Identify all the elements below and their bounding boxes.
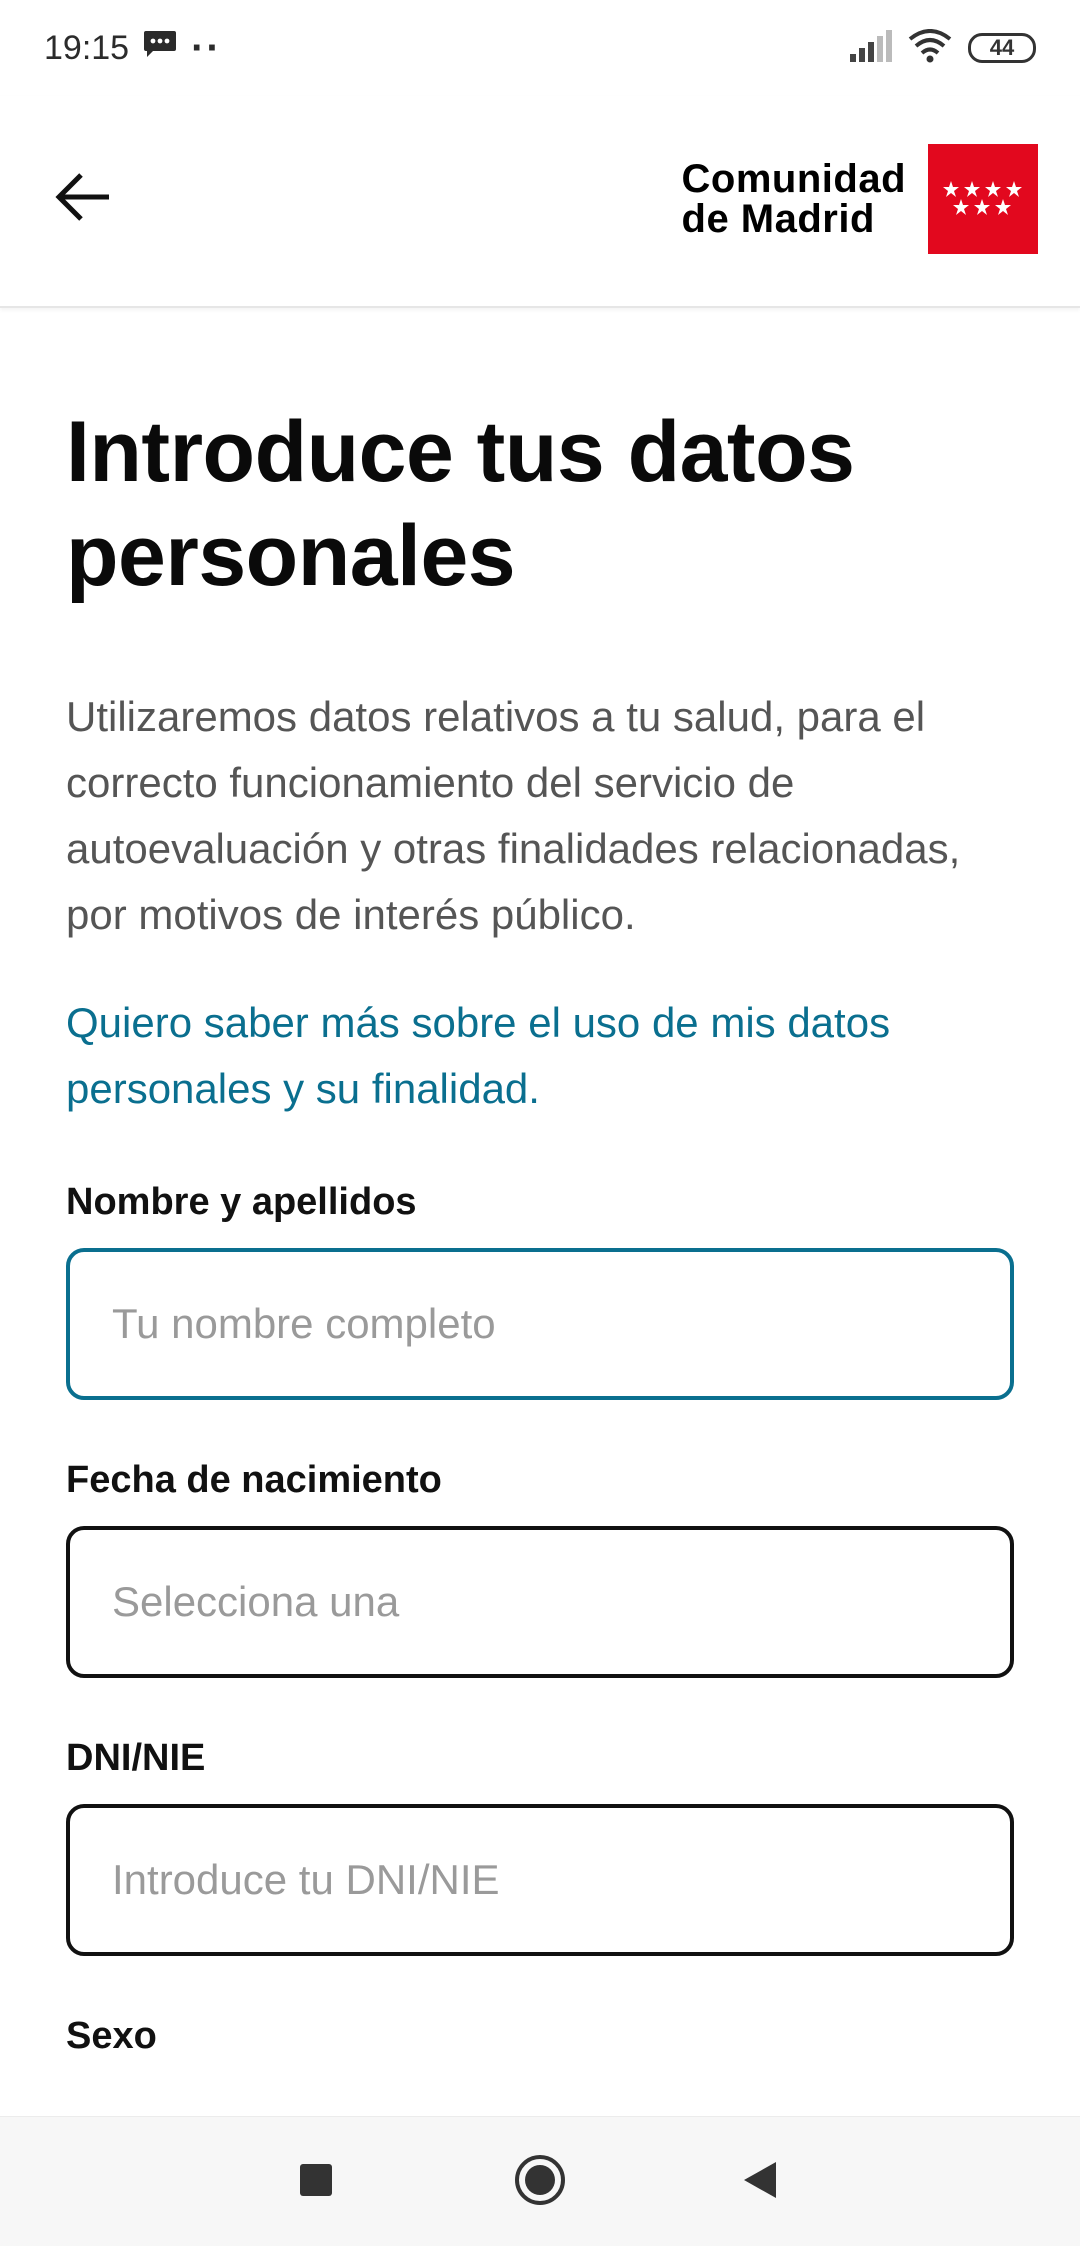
sexo-label: Sexo [66,2015,157,2057]
status-time: 19:15 [44,28,130,67]
wifi-icon [908,28,952,68]
status-right: 44 [848,28,1036,68]
page-title-line-2: personales [66,508,516,604]
status-left: 19:15 ·· [44,26,222,71]
back-triangle-icon [742,2160,778,2205]
recents-square-icon [298,2162,334,2203]
status-bar: 19:15 ·· 44 [0,0,1080,96]
back-button[interactable] [40,156,126,242]
status-dots: ·· [191,25,222,70]
battery-level: 44 [989,35,1015,60]
recents-button[interactable] [256,2117,376,2247]
main-content: Introduce tus datos personales Utilizare… [66,308,1016,1122]
nombre-input[interactable] [66,1248,1014,1400]
system-nav-bar [0,2116,1080,2246]
signal-icon [848,29,892,67]
page-title-line-1: Introduce tus datos [66,404,855,500]
message-icon [143,29,177,68]
logo-line-2: de Madrid [681,197,875,241]
home-circle-icon [513,2153,567,2212]
logo-text: Comunidad de Madrid [682,159,906,239]
page-title: Introduce tus datos personales [66,400,1016,608]
comunidad-madrid-logo: Comunidad de Madrid [682,144,1038,254]
arrow-left-icon [53,171,113,228]
dni-label: DNI/NIE [66,1737,206,1779]
logo-line-1: Comunidad [681,157,906,201]
madrid-flag-icon [928,144,1038,254]
battery-icon: 44 [968,33,1036,63]
more-info-link[interactable]: Quiero saber más sobre el uso de mis dat… [66,990,1016,1122]
nombre-label: Nombre y apellidos [66,1181,417,1223]
home-button[interactable] [480,2117,600,2247]
dni-input[interactable] [66,1804,1014,1956]
fecha-nacimiento-input[interactable] [66,1526,1014,1678]
system-back-button[interactable] [700,2117,820,2247]
fecha-label: Fecha de nacimiento [66,1459,442,1501]
intro-text: Utilizaremos datos relativos a tu salud,… [66,693,961,938]
app-header: Comunidad de Madrid [0,96,1080,308]
